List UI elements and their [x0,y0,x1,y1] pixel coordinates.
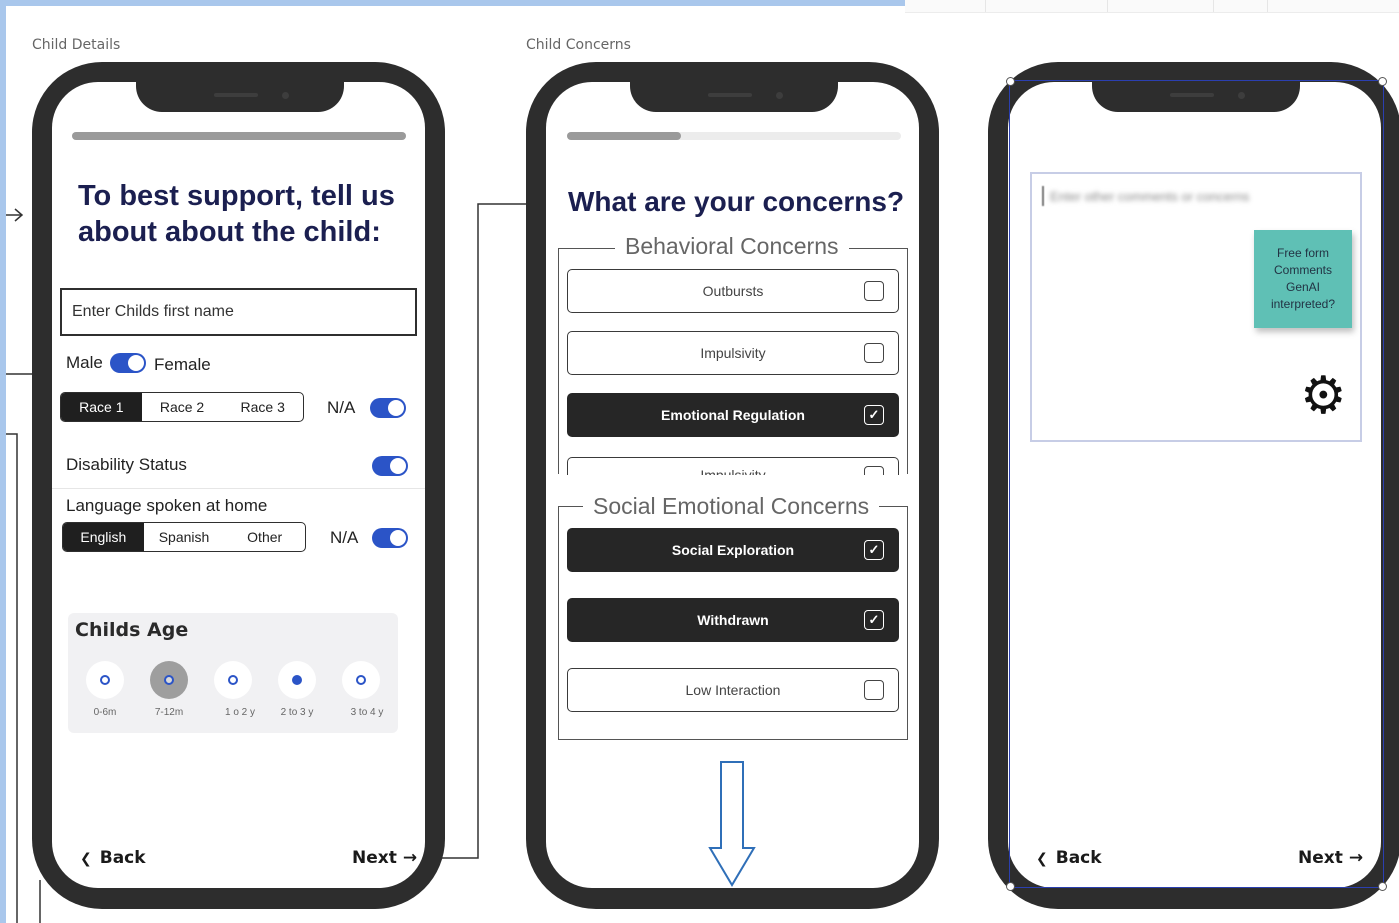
race-option-3[interactable]: Race 3 [222,393,303,421]
language-na-toggle[interactable] [372,528,408,548]
behavioral-concern-card-label: Outbursts [702,283,764,299]
race-na-toggle[interactable] [370,398,406,418]
age-option-2-3y[interactable] [278,661,316,699]
screen-comments: Enter other comments or concerns Free fo… [1008,82,1381,888]
phone-child-details: To best support, tell us about about the… [32,62,445,909]
behavioral-concern-card-label: Impulsivity [700,467,766,475]
social-concern-card-label: Low Interaction [685,682,781,698]
next-label: Next [1298,848,1343,868]
social-concern-card-label: Withdrawn [697,612,769,628]
divider [52,488,425,489]
age-label-0-6m: 0-6m [93,707,117,718]
race-na-label: N/A [327,398,356,417]
age-label-3-4y: 3 to 4 y [350,707,384,718]
comments-textarea[interactable]: Enter other comments or concerns Free fo… [1030,172,1362,442]
behavioral-concern-card-label: Impulsivity [700,345,766,361]
social-concern-card-1[interactable]: Withdrawn ✓ [567,598,899,642]
back-button[interactable]: ❮ Back [1036,848,1102,868]
checkbox-icon[interactable]: ✓ [864,540,884,560]
phone-comments: Enter other comments or concerns Free fo… [988,62,1399,909]
checkbox-icon[interactable]: ✓ [864,405,884,425]
next-label: Next [352,848,397,868]
race-segmented-control: Race 1 Race 2 Race 3 [60,392,304,422]
social-concern-card-label: Social Exploration [671,542,795,558]
phone-notch [1092,82,1300,112]
gear-icon[interactable]: ⚙ [1300,370,1347,422]
behavioral-concern-card-1[interactable]: Impulsivity [567,331,899,375]
age-option-3-4y[interactable] [342,661,380,699]
page-title-line-1: To best support, tell us [78,180,395,212]
disability-status-toggle[interactable] [372,456,408,476]
text-cursor [1042,186,1044,206]
comments-placeholder: Enter other comments or concerns [1050,189,1250,204]
progress-bar [72,132,406,140]
phone-notch [630,82,838,112]
screen-child-concerns: What are your concerns? Behavioral Conce… [546,82,919,888]
progress-fill [72,132,406,140]
social-concern-card-0[interactable]: Social Exploration ✓ [567,528,899,572]
gender-female-label: Female [154,355,211,374]
sticky-note: Free form Comments GenAI interpreted? [1254,230,1352,328]
social-emotional-concerns-title: Social Emotional Concerns [583,493,880,520]
back-label: Back [1055,848,1102,868]
behavioral-concern-card-3[interactable]: Impulsivity [567,457,899,475]
arrow-right-icon: → [402,848,418,868]
checkbox-icon[interactable] [864,281,884,301]
page-title-line-2: about about the child: [78,216,381,248]
age-label-2-3y: 2 to 3 y [280,707,314,718]
age-label-1-2y: 1 o 2 y [224,707,256,718]
language-label: Language spoken at home [66,496,268,515]
checkbox-icon[interactable]: ✓ [864,610,884,630]
race-option-2[interactable]: Race 2 [142,393,223,421]
page-title: To best support, tell us about about the… [78,178,408,250]
age-option-0-6m[interactable] [86,661,124,699]
behavioral-concerns-title: Behavioral Concerns [615,233,849,260]
arrow-right-icon: → [1348,848,1364,868]
screen-child-details: To best support, tell us about about the… [52,82,425,888]
sticky-note-text: Free form Comments GenAI interpreted? [1270,246,1336,311]
disability-status-label: Disability Status [66,455,187,474]
chevron-left-icon: ❮ [1036,851,1048,867]
checkbox-icon[interactable] [864,680,884,700]
chevron-left-icon: ❮ [80,851,92,867]
phone-notch [136,82,344,112]
next-button[interactable]: Next → [352,848,417,868]
checkbox-icon[interactable] [864,343,884,363]
behavioral-concern-card-2[interactable]: Emotional Regulation ✓ [567,393,899,437]
phone-child-concerns: What are your concerns? Behavioral Conce… [526,62,939,909]
gender-toggle[interactable] [110,353,146,373]
race-option-1[interactable]: Race 1 [61,393,142,421]
back-button[interactable]: ❮ Back [80,848,146,868]
age-label-7-12m: 7-12m [154,707,184,718]
social-concern-card-2[interactable]: Low Interaction [567,668,899,712]
language-na-label: N/A [330,528,359,547]
age-option-7-12m[interactable] [150,661,188,699]
next-button[interactable]: Next → [1298,848,1363,868]
behavioral-concern-card-0[interactable]: Outbursts [567,269,899,313]
page-title: What are your concerns? [568,186,905,217]
progress-bar [567,132,901,140]
progress-fill [567,132,681,140]
child-age-title: Childs Age [75,619,189,641]
gender-male-label: Male [66,353,103,372]
down-arrow-icon [708,761,756,887]
language-segmented-control: English Spanish Other [62,522,306,552]
behavioral-concern-card-label: Emotional Regulation [661,407,805,423]
child-age-card: Childs Age 0-6m 7-12m 1 o 2 y 2 to 3 y 3… [68,613,398,733]
language-option-english[interactable]: English [63,523,144,551]
child-first-name-input[interactable]: Enter Childs first name [60,288,417,336]
checkbox-icon[interactable] [864,466,884,475]
language-option-other[interactable]: Other [224,523,305,551]
age-option-1-2y[interactable] [214,661,252,699]
back-label: Back [99,848,146,868]
language-option-spanish[interactable]: Spanish [144,523,225,551]
